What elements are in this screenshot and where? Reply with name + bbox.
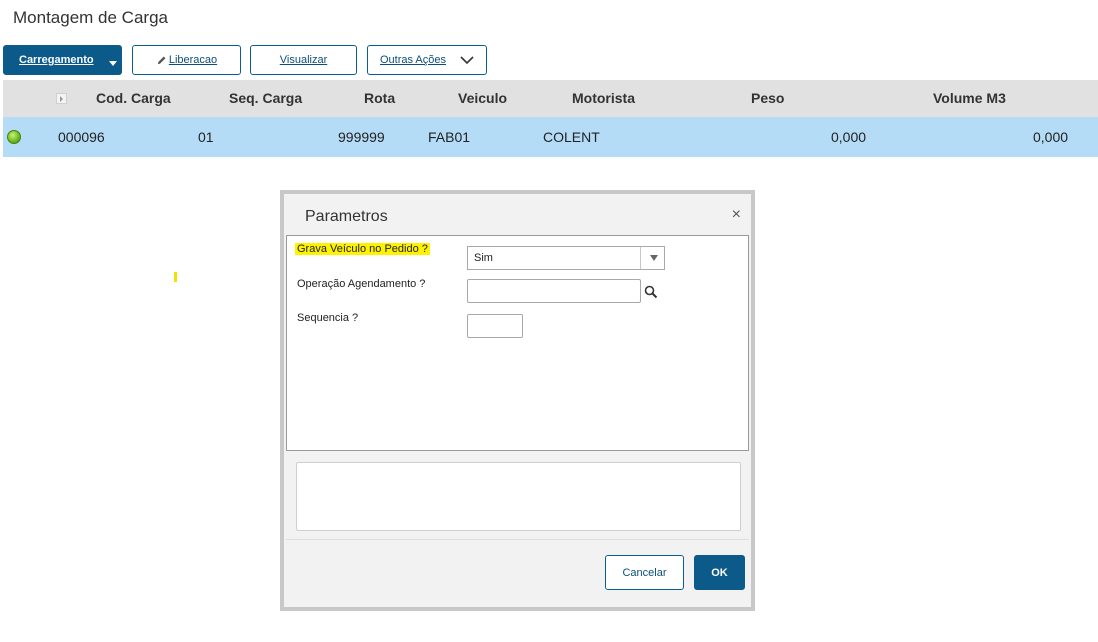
operacao-agendamento-label: Operação Agendamento ? — [297, 278, 426, 290]
carregamento-button[interactable]: Carregamento — [3, 45, 122, 75]
carregamento-label: Carregamento — [19, 54, 94, 66]
cell-rota: 999999 — [338, 129, 385, 145]
visualizar-label: Visualizar — [279, 54, 328, 66]
chevron-down-icon — [460, 56, 474, 65]
col-motorista[interactable]: Motorista — [572, 90, 635, 106]
footer-divider — [286, 539, 749, 540]
col-peso[interactable]: Peso — [751, 90, 784, 106]
close-icon[interactable]: × — [732, 206, 741, 224]
grava-veiculo-select[interactable]: Sim — [467, 246, 665, 270]
page-title: Montagem de Carga — [13, 8, 168, 27]
status-green-icon — [7, 130, 21, 144]
grava-veiculo-value: Sim — [474, 252, 493, 264]
expand-icon[interactable] — [56, 93, 67, 104]
cell-peso: 0,000 — [831, 129, 867, 145]
caret-down-icon[interactable] — [109, 61, 117, 66]
outras-acoes-button[interactable]: Outras Ações — [367, 45, 487, 75]
select-divider — [640, 247, 641, 269]
col-cod-carga[interactable]: Cod. Carga — [96, 90, 171, 106]
table-row[interactable]: 000096 01 999999 FAB01 COLENT 0,000 0,00… — [3, 117, 1098, 157]
col-veiculo[interactable]: Veiculo — [458, 90, 507, 106]
col-volume-m3[interactable]: Volume M3 — [933, 90, 1006, 106]
dialog-body: Grava Veículo no Pedido ? Sim Operação A… — [286, 235, 749, 451]
grava-veiculo-label: Grava Veículo no Pedido ? — [295, 243, 430, 255]
sequencia-label: Sequencia ? — [297, 312, 359, 324]
dialog-info-panel — [296, 462, 741, 531]
col-rota[interactable]: Rota — [364, 90, 395, 106]
liberacao-label: Liberacao — [168, 54, 218, 66]
cancel-button[interactable]: Cancelar — [605, 555, 684, 590]
parametros-dialog: Parametros × Grava Veículo no Pedido ? S… — [280, 190, 755, 611]
liberacao-button[interactable]: Liberacao — [132, 45, 241, 75]
operacao-agendamento-input[interactable] — [467, 279, 641, 303]
text-cursor-mark — [174, 272, 177, 282]
cell-seq-carga: 01 — [198, 129, 214, 145]
search-icon[interactable] — [644, 285, 658, 299]
dialog-title: Parametros — [305, 208, 388, 225]
grid-header: Cod. Carga Seq. Carga Rota Veiculo Motor… — [3, 80, 1098, 117]
col-seq-carga[interactable]: Seq. Carga — [229, 90, 302, 106]
cell-cod-carga: 000096 — [58, 129, 105, 145]
pencil-icon — [157, 56, 166, 64]
cell-motorista: COLENT — [543, 129, 600, 145]
cell-veiculo: FAB01 — [428, 129, 471, 145]
outras-acoes-label: Outras Ações — [379, 54, 447, 66]
visualizar-button[interactable]: Visualizar — [250, 45, 357, 75]
caret-down-icon[interactable] — [650, 255, 658, 261]
cell-volume-m3: 0,000 — [1033, 129, 1069, 145]
ok-button[interactable]: OK — [694, 555, 745, 590]
sequencia-input[interactable] — [467, 314, 523, 338]
